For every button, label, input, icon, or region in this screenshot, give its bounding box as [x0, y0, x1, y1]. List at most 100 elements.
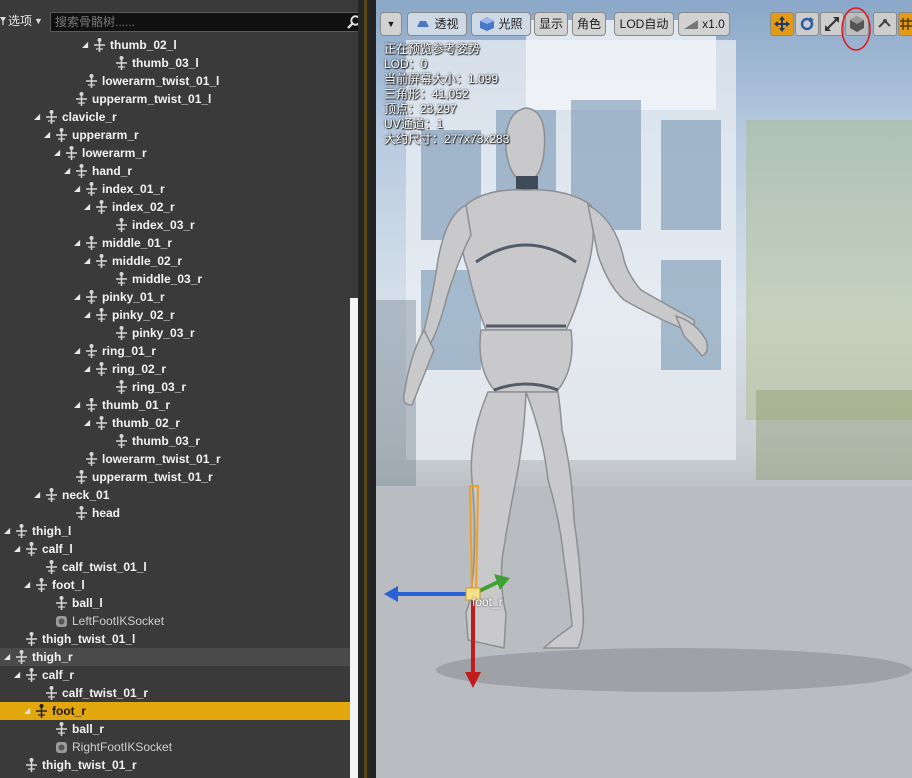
- surface-snap-button[interactable]: [873, 12, 897, 36]
- tree-row[interactable]: ◢ index_01_r: [0, 180, 350, 198]
- tree-row[interactable]: ◢ thumb_02_l: [0, 36, 350, 54]
- grid-icon: [900, 18, 912, 30]
- options-dropdown[interactable]: 选项 ▼: [0, 12, 43, 30]
- tree-row[interactable]: ball_r: [0, 720, 350, 738]
- tree-row[interactable]: ◢ upperarm_r: [0, 126, 350, 144]
- options-label: 选项: [8, 14, 33, 28]
- tree-row[interactable]: pinky_03_r: [0, 324, 350, 342]
- tree-row[interactable]: upperarm_twist_01_r: [0, 468, 350, 486]
- tree-row[interactable]: LeftFootIKSocket: [0, 612, 350, 630]
- lit-button[interactable]: 光照: [471, 12, 531, 36]
- expand-arrow-icon[interactable]: ◢: [34, 489, 40, 501]
- bone-icon: [36, 704, 47, 718]
- expand-arrow-icon[interactable]: ◢: [84, 201, 90, 213]
- tree-row-label: hand_r: [92, 164, 133, 178]
- expand-arrow-icon[interactable]: ◢: [74, 345, 80, 357]
- search-input[interactable]: [51, 13, 345, 31]
- speed-label: x1.0: [702, 17, 725, 31]
- bone-icon: [86, 290, 97, 304]
- tree-row[interactable]: thumb_03_r: [0, 432, 350, 450]
- expand-arrow-icon[interactable]: ◢: [74, 183, 80, 195]
- tree-row[interactable]: ◢ thumb_01_r: [0, 396, 350, 414]
- show-button[interactable]: 显示: [534, 12, 568, 36]
- tree-row-label: foot_l: [52, 578, 85, 592]
- rotate-tool-button[interactable]: [795, 12, 819, 36]
- tree-row-label: middle_03_r: [132, 272, 203, 286]
- tree-row[interactable]: ◢ thumb_02_r: [0, 414, 350, 432]
- expand-arrow-icon[interactable]: ◢: [14, 543, 20, 555]
- expand-arrow-icon[interactable]: ◢: [54, 147, 60, 159]
- bone-icon: [76, 506, 87, 520]
- expand-arrow-icon[interactable]: ◢: [44, 129, 50, 141]
- tree-row[interactable]: ◢ pinky_01_r: [0, 288, 350, 306]
- tree-row[interactable]: ◢ foot_r: [0, 702, 350, 720]
- preview-viewport[interactable]: foot_r ▼ 透视 光照 显示 角色 LOD自动 x1.0 正在预览参考姿势…: [376, 0, 912, 778]
- expand-arrow-icon[interactable]: ◢: [74, 399, 80, 411]
- preview-pose-text: 正在预览参考姿势: [384, 42, 481, 56]
- expand-arrow-icon[interactable]: ◢: [84, 255, 90, 267]
- tree-row[interactable]: ◢ neck_01: [0, 486, 350, 504]
- expand-arrow-icon[interactable]: ◢: [64, 165, 70, 177]
- tree-row[interactable]: calf_twist_01_r: [0, 684, 350, 702]
- tree-row[interactable]: lowerarm_twist_01_r: [0, 450, 350, 468]
- viewport-options-button[interactable]: ▼: [380, 12, 402, 36]
- bone-icon: [96, 416, 107, 430]
- tree-row[interactable]: ◢ middle_02_r: [0, 252, 350, 270]
- playback-speed-button[interactable]: x1.0: [678, 12, 730, 36]
- tree-row[interactable]: ◢ ring_01_r: [0, 342, 350, 360]
- bone-icon: [26, 542, 37, 556]
- tree-row[interactable]: index_03_r: [0, 216, 350, 234]
- tree-row[interactable]: RightFootIKSocket: [0, 738, 350, 756]
- expand-arrow-icon[interactable]: ◢: [4, 525, 10, 537]
- tree-row[interactable]: head: [0, 504, 350, 522]
- character-button[interactable]: 角色: [572, 12, 606, 36]
- tree-row[interactable]: thigh_twist_01_r: [0, 756, 350, 774]
- expand-arrow-icon[interactable]: ◢: [14, 669, 20, 681]
- tree-row[interactable]: ◢ calf_r: [0, 666, 350, 684]
- tree-row[interactable]: upperarm_twist_01_l: [0, 90, 350, 108]
- expand-arrow-icon[interactable]: ◢: [24, 705, 30, 717]
- tree-row-label: lowerarm_twist_01_r: [102, 452, 221, 466]
- tree-row[interactable]: lowerarm_twist_01_l: [0, 72, 350, 90]
- tree-row[interactable]: middle_03_r: [0, 270, 350, 288]
- tree-row[interactable]: ◢ lowerarm_r: [0, 144, 350, 162]
- tree-row[interactable]: ◢ thigh_r: [0, 648, 350, 666]
- tree-row-label: calf_twist_01_l: [62, 560, 147, 574]
- tree-row[interactable]: ◢ index_02_r: [0, 198, 350, 216]
- bone-icon: [46, 560, 57, 574]
- tree-row[interactable]: ◢ thigh_l: [0, 522, 350, 540]
- perspective-button[interactable]: 透视: [407, 12, 467, 36]
- tree-row[interactable]: ◢ pinky_02_r: [0, 306, 350, 324]
- lod-button[interactable]: LOD自动: [614, 12, 674, 36]
- tree-row-label: calf_twist_01_r: [62, 686, 149, 700]
- tree-row[interactable]: ◢ ring_02_r: [0, 360, 350, 378]
- tree-row[interactable]: ◢ calf_l: [0, 540, 350, 558]
- screen-size-stat: 当前屏幕大小：1.099: [384, 72, 499, 86]
- expand-arrow-icon[interactable]: ◢: [84, 417, 90, 429]
- tree-row[interactable]: ◢ foot_l: [0, 576, 350, 594]
- tree-row[interactable]: ◢ clavicle_r: [0, 108, 350, 126]
- tree-row-label: middle_02_r: [112, 254, 183, 268]
- expand-arrow-icon[interactable]: ◢: [4, 651, 10, 663]
- tree-row[interactable]: thigh_twist_01_l: [0, 630, 350, 648]
- tree-row[interactable]: ◢ hand_r: [0, 162, 350, 180]
- expand-arrow-icon[interactable]: ◢: [24, 579, 30, 591]
- expand-arrow-icon[interactable]: ◢: [74, 291, 80, 303]
- tree-row[interactable]: calf_twist_01_l: [0, 558, 350, 576]
- expand-arrow-icon[interactable]: ◢: [34, 111, 40, 123]
- tree-row[interactable]: ball_l: [0, 594, 350, 612]
- grid-snap-button[interactable]: [898, 12, 912, 36]
- bone-tree: ◢ thumb_02_l thumb_03_l lowerarm_twist_01_l…: [0, 36, 350, 774]
- bone-icon: [76, 164, 87, 178]
- expand-arrow-icon[interactable]: ◢: [82, 39, 88, 51]
- tree-row[interactable]: ring_03_r: [0, 378, 350, 396]
- translate-tool-button[interactable]: [770, 12, 794, 36]
- expand-arrow-icon[interactable]: ◢: [74, 237, 80, 249]
- expand-arrow-icon[interactable]: ◢: [84, 363, 90, 375]
- tree-row[interactable]: ◢ middle_01_r: [0, 234, 350, 252]
- bone-icon: [116, 272, 127, 286]
- tree-row[interactable]: thumb_03_l: [0, 54, 350, 72]
- panel-divider[interactable]: [358, 0, 370, 778]
- expand-arrow-icon[interactable]: ◢: [84, 309, 90, 321]
- search-box[interactable]: [50, 12, 364, 32]
